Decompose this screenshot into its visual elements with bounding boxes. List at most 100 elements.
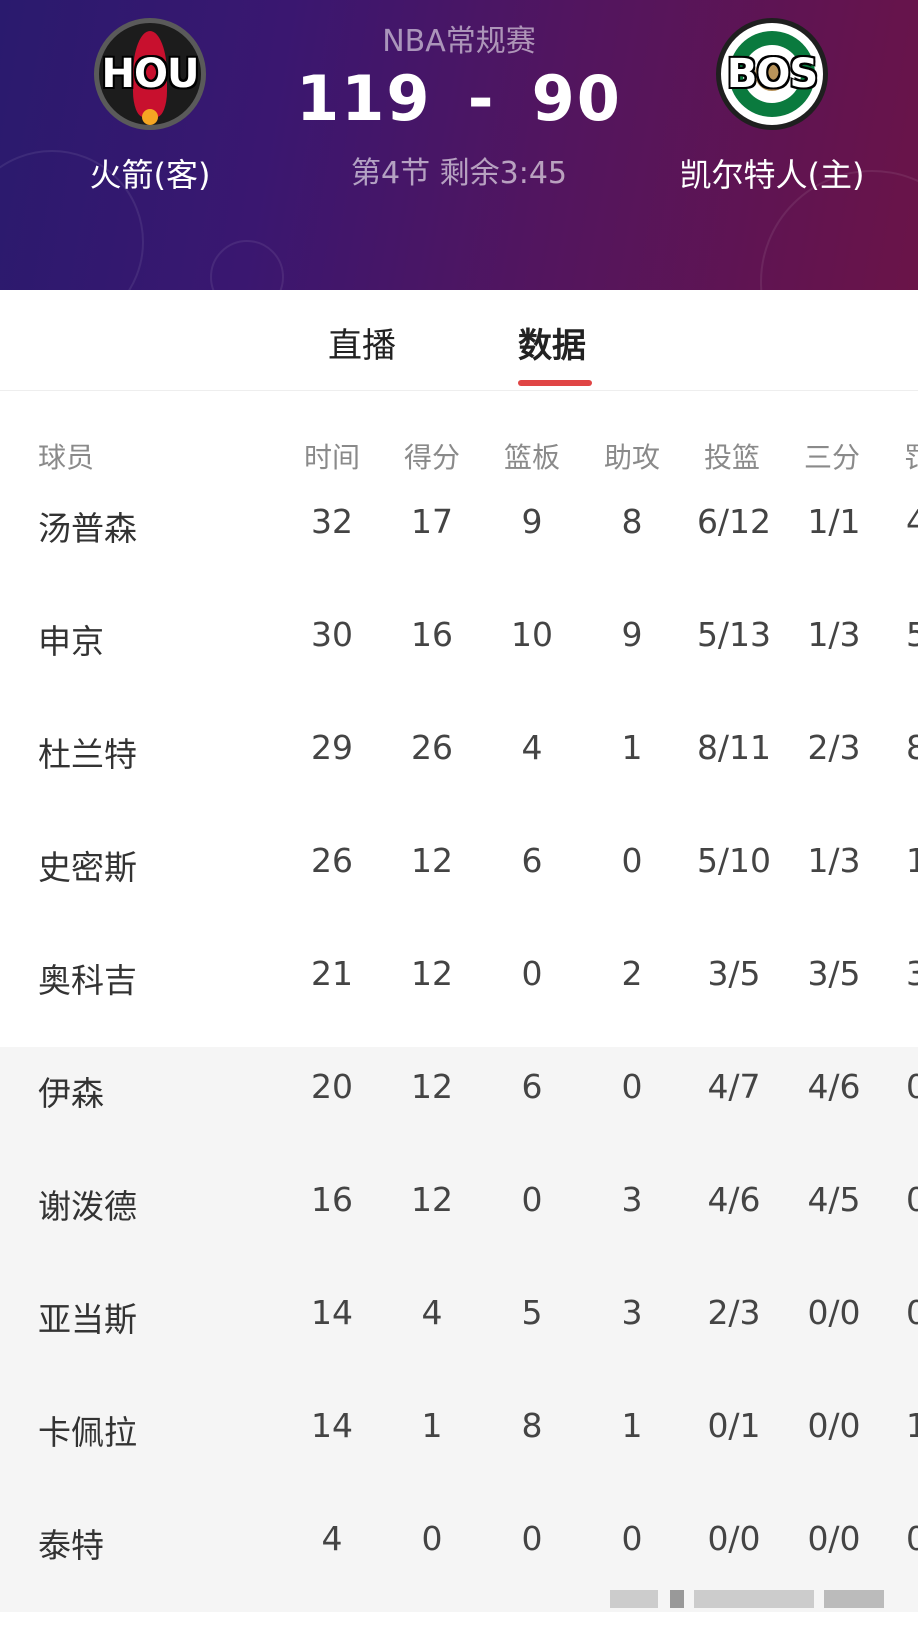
stat-points: 1	[421, 1406, 443, 1445]
col-header-free-throws: 罚	[904, 436, 918, 476]
stat-points: 0	[421, 1519, 443, 1558]
stat-assists: 2	[621, 954, 643, 993]
player-name: 泰特	[38, 1526, 104, 1565]
stat-field-goals: 4/7	[707, 1067, 761, 1106]
stat-points: 26	[411, 728, 453, 767]
col-header-minutes: 时间	[304, 441, 361, 474]
player-name: 伊森	[38, 1074, 104, 1113]
stat-free-throws: 1	[906, 841, 918, 880]
stat-assists: 0	[621, 1519, 643, 1558]
stat-three-pointers: 0/0	[807, 1293, 861, 1332]
stat-rebounds: 0	[521, 1519, 543, 1558]
stat-points: 12	[411, 841, 453, 880]
tab-stats[interactable]: 数据	[518, 318, 586, 367]
player-stats-table: 球员 时间 得分 篮板 助攻 投篮 三分 罚 汤普森 32 17 9 8 6/1…	[0, 396, 918, 1632]
stat-points: 12	[411, 1067, 453, 1106]
stat-rebounds: 6	[521, 841, 543, 880]
stat-minutes: 29	[311, 728, 353, 767]
stat-rebounds: 5	[521, 1293, 543, 1332]
col-header-field-goals: 投篮	[704, 441, 761, 474]
stat-points: 12	[411, 1180, 453, 1219]
home-team-name[interactable]: 凯尔特人(主)	[642, 150, 902, 196]
table-row[interactable]: 汤普森 32 17 9 8 6/12 1/1 4	[0, 482, 918, 595]
stat-minutes: 32	[311, 502, 353, 541]
table-row[interactable]: 卡佩拉 14 1 8 1 0/1 0/0 1	[0, 1386, 918, 1499]
stat-free-throws: 0	[906, 1293, 918, 1332]
stat-assists: 0	[621, 1067, 643, 1106]
stat-field-goals: 2/3	[707, 1293, 761, 1332]
stat-rebounds: 9	[521, 502, 543, 541]
stat-free-throws: 3	[906, 954, 918, 993]
stat-rebounds: 4	[521, 728, 543, 767]
stat-assists: 0	[621, 841, 643, 880]
stat-three-pointers: 1/3	[807, 841, 861, 880]
home-team-logo[interactable]: BOS	[716, 18, 828, 130]
stat-assists: 9	[621, 615, 643, 654]
tab-live[interactable]: 直播	[328, 318, 396, 367]
stat-field-goals: 5/13	[696, 615, 772, 654]
stat-points: 17	[411, 502, 453, 541]
player-name: 卡佩拉	[38, 1413, 137, 1452]
tab-bar: 直播 数据	[0, 290, 918, 391]
stat-rebounds: 8	[521, 1406, 543, 1445]
stat-assists: 3	[621, 1180, 643, 1219]
stat-points: 4	[421, 1293, 443, 1332]
table-row[interactable]: 申京 30 16 10 9 5/13 1/3 5	[0, 595, 918, 708]
stat-field-goals: 0/1	[707, 1406, 761, 1445]
stat-free-throws: 1	[906, 1406, 918, 1445]
col-header-three-pointers: 三分	[804, 441, 861, 474]
stat-three-pointers: 4/5	[807, 1180, 861, 1219]
stat-rebounds: 6	[521, 1067, 543, 1106]
stat-minutes: 26	[311, 841, 353, 880]
table-row[interactable]: 奥科吉 21 12 0 2 3/5 3/5 3	[0, 934, 918, 1047]
stat-field-goals: 8/11	[696, 728, 772, 767]
stat-minutes: 4	[321, 1519, 343, 1558]
table-row[interactable]: 史密斯 26 12 6 0 5/10 1/3 1	[0, 821, 918, 934]
stat-field-goals: 0/0	[707, 1519, 761, 1558]
score-separator: -	[467, 62, 496, 135]
stat-three-pointers: 0/0	[807, 1406, 861, 1445]
stat-free-throws: 8	[906, 728, 918, 767]
stat-three-pointers: 2/3	[807, 728, 861, 767]
stat-minutes: 20	[311, 1067, 353, 1106]
stat-free-throws: 0	[906, 1180, 918, 1219]
table-row[interactable]: 伊森 20 12 6 0 4/7 4/6 0	[0, 1047, 918, 1160]
player-name: 谢泼德	[38, 1187, 137, 1226]
stat-three-pointers: 1/3	[807, 615, 861, 654]
col-header-points: 得分	[404, 441, 461, 474]
player-name: 史密斯	[38, 848, 137, 887]
watermark-marks	[610, 1590, 900, 1608]
decor-target	[210, 240, 284, 290]
stat-three-pointers: 3/5	[807, 954, 861, 993]
stat-rebounds: 0	[521, 1180, 543, 1219]
stat-assists: 8	[621, 502, 643, 541]
stat-points: 16	[411, 615, 453, 654]
stat-minutes: 14	[311, 1406, 353, 1445]
stat-free-throws: 4	[906, 502, 918, 541]
stat-three-pointers: 4/6	[807, 1067, 861, 1106]
col-header-rebounds: 篮板	[504, 441, 561, 474]
stat-minutes: 14	[311, 1293, 353, 1332]
active-tab-indicator	[518, 380, 592, 386]
player-name: 汤普森	[38, 509, 137, 548]
table-row[interactable]: 亚当斯 14 4 5 3 2/3 0/0 0	[0, 1273, 918, 1386]
away-score: 119	[296, 62, 432, 135]
player-name: 亚当斯	[38, 1300, 137, 1339]
col-header-player: 球员	[38, 441, 95, 474]
col-header-assists: 助攻	[604, 441, 661, 474]
stat-rebounds: 10	[511, 615, 553, 654]
stat-minutes: 21	[311, 954, 353, 993]
stat-rebounds: 0	[521, 954, 543, 993]
table-row[interactable]: 谢泼德 16 12 0 3 4/6 4/5 0	[0, 1160, 918, 1273]
player-name: 奥科吉	[38, 961, 137, 1000]
stat-assists: 3	[621, 1293, 643, 1332]
stat-field-goals: 6/12	[696, 502, 772, 541]
stat-minutes: 30	[311, 615, 353, 654]
stat-three-pointers: 1/1	[807, 502, 861, 541]
player-name: 杜兰特	[38, 735, 137, 774]
stat-three-pointers: 0/0	[807, 1519, 861, 1558]
stat-field-goals: 3/5	[707, 954, 761, 993]
stat-points: 12	[411, 954, 453, 993]
table-row[interactable]: 杜兰特 29 26 4 1 8/11 2/3 8	[0, 708, 918, 821]
stat-free-throws: 0	[906, 1519, 918, 1558]
